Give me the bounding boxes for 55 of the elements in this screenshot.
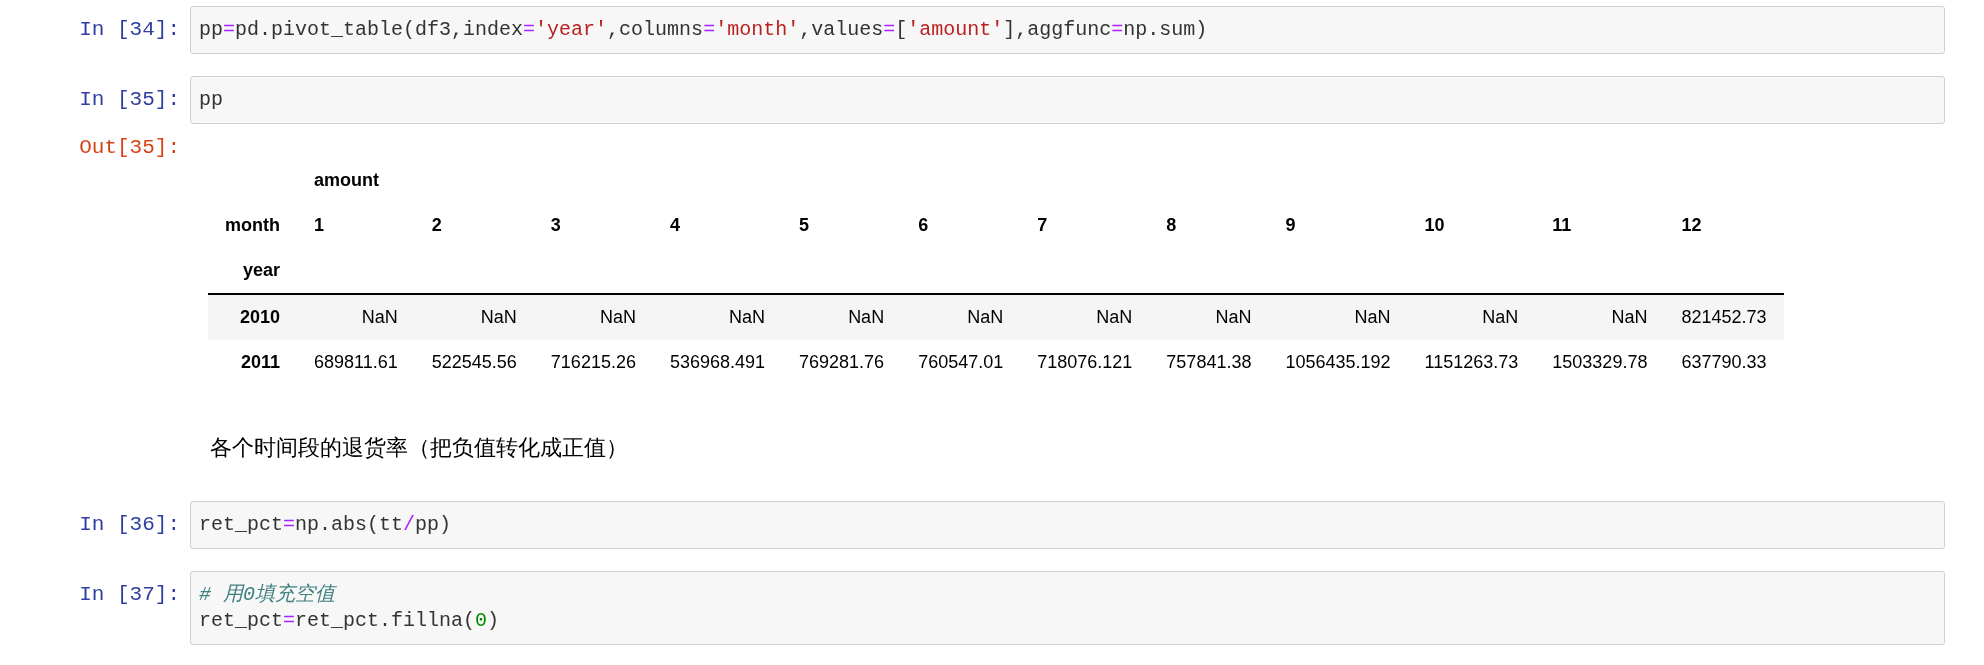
input-prompt: In [36]:	[78, 512, 181, 536]
table-cell: NaN	[1407, 294, 1536, 340]
code-input-area[interactable]: pp=pd.pivot_table(df3,index='year',columns='month',values=['amount'],aggfunc=np.sum)	[190, 6, 1945, 54]
table-cell: 760547.01	[901, 340, 1021, 385]
table-cell: NaN	[533, 294, 653, 340]
code-line: ret_pct=ret_pct.fillna(0)	[199, 608, 500, 634]
table-cell: 716215.26	[533, 340, 653, 385]
table-cell: 757841.38	[1149, 340, 1269, 385]
column-header: 3	[549, 214, 562, 237]
input-prompt: In [37]:	[78, 582, 181, 606]
column-header: 5	[798, 214, 811, 237]
table-cell: 1056435.192	[1268, 340, 1408, 385]
table-cell: NaN	[1268, 294, 1408, 340]
column-header: 2	[430, 214, 443, 237]
column-header: 4	[668, 214, 681, 237]
column-header: 11	[1551, 214, 1573, 237]
table-cell: 536968.491	[652, 340, 783, 385]
column-header: 12	[1680, 214, 1703, 237]
table-cell: 522545.56	[414, 340, 534, 385]
table-cell: NaN	[901, 294, 1021, 340]
code-input-area[interactable]: ret_pct=np.abs(tt/pp)	[190, 501, 1945, 549]
row-index-cell: 2010	[208, 294, 297, 340]
table-cell: NaN	[297, 294, 415, 340]
table-cell: 1151263.73	[1407, 340, 1536, 385]
column-index-name: month	[224, 214, 281, 237]
column-header: 1	[313, 214, 325, 237]
code-line: pp=pd.pivot_table(df3,index='year',columns='month',values=['amount'],aggfunc=np.sum)	[199, 17, 1208, 43]
output-prompt: Out[35]:	[78, 136, 181, 159]
input-prompt: In [35]:	[78, 87, 181, 111]
table-cell: NaN	[414, 294, 534, 340]
column-header: 6	[917, 214, 930, 237]
code-line: # 用0填充空值	[199, 582, 335, 608]
table-cell: NaN	[782, 294, 902, 340]
column-header: 8	[1165, 214, 1178, 237]
table-cell: 689811.61	[297, 340, 415, 385]
code-line: ret_pct=np.abs(tt/pp)	[199, 512, 452, 538]
column-header: 7	[1036, 214, 1049, 237]
code-input-area[interactable]: pp	[190, 76, 1945, 124]
code-line: pp	[199, 87, 223, 113]
table-cell: 718076.121	[1020, 340, 1150, 385]
column-header: amount	[313, 169, 380, 192]
table-cell: 637790.33	[1664, 340, 1784, 385]
column-header: 9	[1284, 214, 1297, 237]
column-header: 10	[1423, 214, 1446, 237]
markdown-text: 各个时间段的退货率（把负值转化成正值）	[210, 434, 628, 462]
table-cell: NaN	[1149, 294, 1269, 340]
input-prompt: In [34]:	[78, 17, 181, 41]
row-index-cell: 2011	[208, 340, 297, 385]
table-cell: 1503329.78	[1535, 340, 1665, 385]
table-cell: 769281.76	[782, 340, 902, 385]
code-input-area[interactable]: # 用0填充空值 ret_pct=ret_pct.fillna(0)	[190, 571, 1945, 645]
table-cell: NaN	[652, 294, 783, 340]
table-cell: NaN	[1020, 294, 1150, 340]
table-cell: 821452.73	[1664, 294, 1784, 340]
table-cell: NaN	[1535, 294, 1665, 340]
